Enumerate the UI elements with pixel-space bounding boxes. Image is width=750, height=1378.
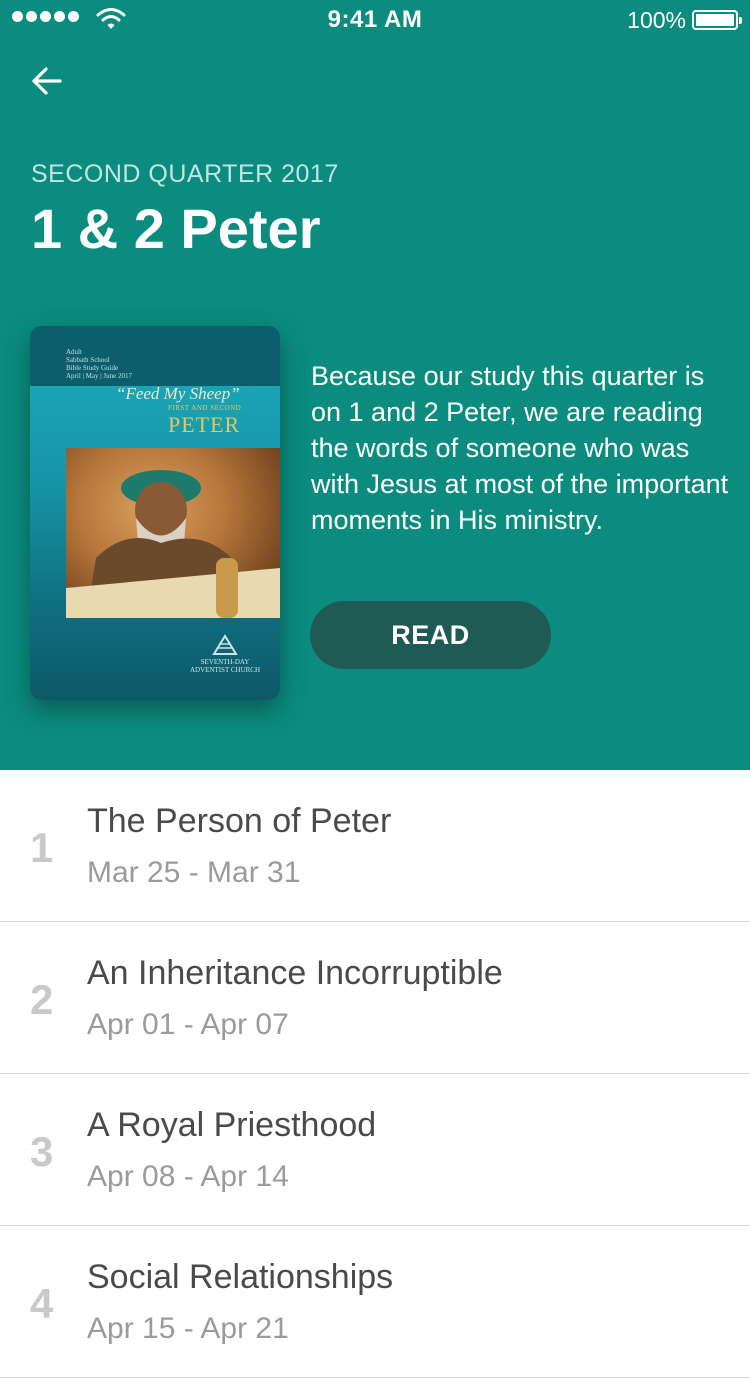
lesson-title: Social Relationships xyxy=(87,1258,394,1296)
lesson-number: 1 xyxy=(30,824,54,871)
lesson-title: A Royal Priesthood xyxy=(87,1106,377,1144)
lesson-dates: Mar 25 - Mar 31 xyxy=(87,856,301,889)
list-item[interactable]: 1 The Person of Peter Mar 25 - Mar 31 xyxy=(0,770,750,922)
lesson-number: 3 xyxy=(30,1128,54,1175)
cover-subtitle: FIRST AND SECOND xyxy=(168,404,242,412)
status-bar: 9:41 AM 100% xyxy=(0,0,750,40)
lesson-number: 2 xyxy=(30,976,54,1023)
cover-logo-text: ADVENTIST CHURCH xyxy=(189,666,261,674)
lesson-dates: Apr 08 - Apr 14 xyxy=(87,1160,289,1193)
quarter-header: 9:41 AM 100% SECOND QUARTER 2017 1 & 2 P… xyxy=(0,0,750,770)
cover-series-text: Adult Sabbath School Bible Study Guide A… xyxy=(66,348,132,380)
cover-logo-text: SEVENTH-DAY xyxy=(200,658,250,666)
battery-icon xyxy=(692,10,742,30)
lesson-dates: Apr 15 - Apr 21 xyxy=(87,1312,289,1345)
list-item[interactable]: 4 Social Relationships Apr 15 - Apr 21 xyxy=(0,1226,750,1378)
quarter-description: Because our study this quarter is on 1 a… xyxy=(311,361,729,535)
cover-line: Sabbath School xyxy=(66,356,110,364)
back-button[interactable] xyxy=(22,58,72,104)
cover-painting xyxy=(66,448,280,618)
lesson-dates: Apr 01 - Apr 07 xyxy=(87,1008,289,1041)
cover-line: April | May | June 2017 xyxy=(66,372,132,380)
read-button[interactable]: READ xyxy=(310,601,551,669)
list-item[interactable]: 3 A Royal Priesthood Apr 08 - Apr 14 xyxy=(0,1074,750,1226)
lesson-number: 4 xyxy=(30,1280,54,1327)
lesson-title: The Person of Peter xyxy=(87,802,392,840)
quarter-label: SECOND QUARTER 2017 xyxy=(31,160,339,188)
church-logo-icon xyxy=(212,634,238,655)
cover-line: Adult xyxy=(66,348,82,356)
arrow-left-icon xyxy=(32,67,62,95)
church-logo: SEVENTH-DAY ADVENTIST CHURCH xyxy=(180,634,270,674)
battery-percent: 100% xyxy=(627,7,686,33)
cover-feed-text: “Feed My Sheep” xyxy=(116,384,240,403)
lesson-list: 1 The Person of Peter Mar 25 - Mar 31 2 … xyxy=(0,770,750,1378)
list-item[interactable]: 2 An Inheritance Incorruptible Apr 01 - … xyxy=(0,922,750,1074)
cover-line: Bible Study Guide xyxy=(66,364,119,372)
page-title: 1 & 2 Peter xyxy=(31,197,321,260)
cover-title: PETER xyxy=(168,412,241,437)
lesson-title: An Inheritance Incorruptible xyxy=(87,954,503,992)
quarterly-cover-image: Adult Sabbath School Bible Study Guide A… xyxy=(30,326,280,700)
